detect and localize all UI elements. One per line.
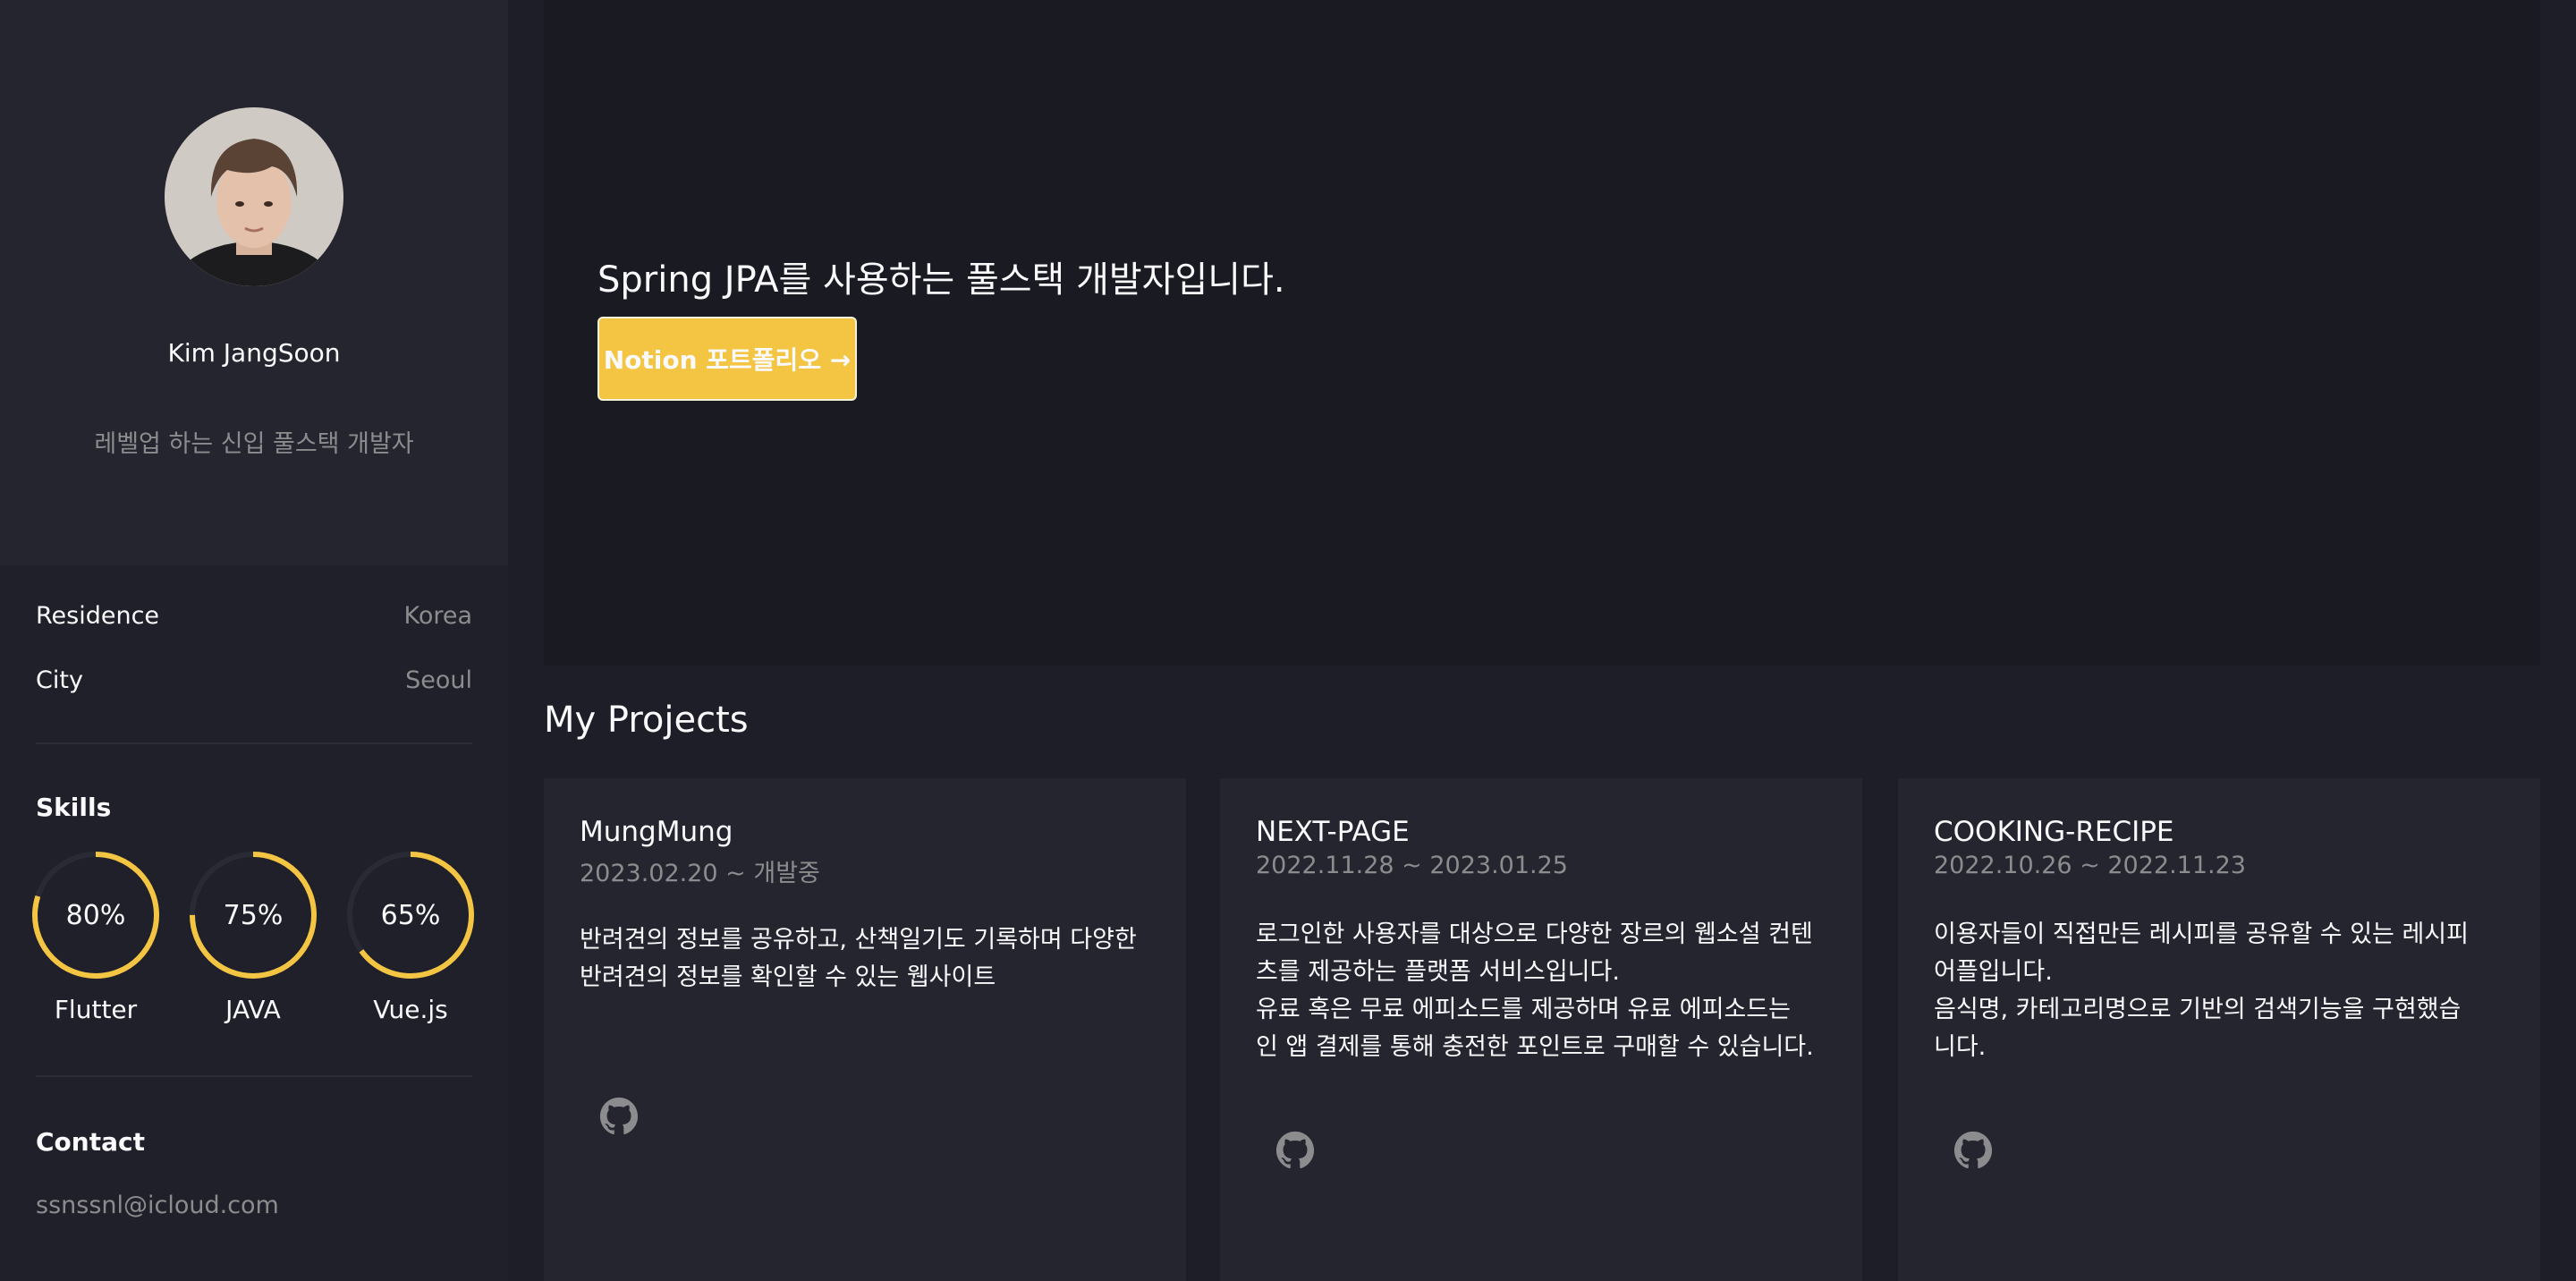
skill-vuejs: 65% Vue.js xyxy=(343,848,478,1027)
skills-title: Skills xyxy=(36,793,112,822)
projects-title: My Projects xyxy=(544,700,749,741)
project-date: 2022.10.26 ~ 2022.11.23 xyxy=(1934,852,2246,879)
info-row-residence: Residence Korea xyxy=(36,598,472,633)
project-card-next-page: NEXT-PAGE 2022.11.28 ~ 2023.01.25 로그인한 사… xyxy=(1220,778,1862,1281)
project-card-cooking-recipe: COOKING-RECIPE 2022.10.26 ~ 2022.11.23 이… xyxy=(1898,778,2540,1281)
skill-percent: 75% xyxy=(223,899,284,931)
profile-card: Kim JangSoon 레벨업 하는 신입 풀스택 개발자 xyxy=(0,0,508,565)
skill-name: Vue.js xyxy=(373,995,448,1024)
skill-percent: 80% xyxy=(65,899,126,931)
project-description: 이용자들이 직접만든 레시피를 공유할 수 있는 레시피 어플입니다. 음식명,… xyxy=(1934,920,2469,1061)
hero-banner: Spring JPA를 사용하는 풀스택 개발자입니다. Notion 포트폴리… xyxy=(544,0,2540,666)
project-card-mungmung: MungMung 2023.02.20 ~ 개발중 반려견의 정보를 공유하고,… xyxy=(544,778,1186,1281)
project-title: MungMung xyxy=(580,816,733,848)
avatar xyxy=(165,107,343,286)
contact-title: Contact xyxy=(36,1127,145,1157)
profile-role: 레벨업 하는 신입 풀스택 개발자 xyxy=(94,430,414,458)
project-title: NEXT-PAGE xyxy=(1256,816,1410,848)
sidebar: Kim JangSoon 레벨업 하는 신입 풀스택 개발자 Residence… xyxy=(0,0,508,1281)
contact-email[interactable]: ssnssnl@icloud.com xyxy=(36,1192,279,1219)
project-date: 2023.02.20 ~ 개발중 xyxy=(580,860,820,887)
hero-headline: Spring JPA를 사용하는 풀스택 개발자입니다. xyxy=(597,259,1285,301)
skill-java: 75% JAVA xyxy=(186,848,320,1027)
github-icon[interactable] xyxy=(1275,1131,1315,1170)
skill-name: Flutter xyxy=(54,995,138,1024)
skill-name: JAVA xyxy=(225,995,281,1024)
skill-percent: 65% xyxy=(380,899,441,931)
info-value: Korea xyxy=(403,601,472,630)
project-date: 2022.11.28 ~ 2023.01.25 xyxy=(1256,852,1568,879)
profile-name: Kim JangSoon xyxy=(167,338,341,368)
project-description: 반려견의 정보를 공유하고, 산책일기도 기록하며 다양한 반려견의 정보를 확… xyxy=(580,926,1137,991)
project-description: 로그인한 사용자를 대상으로 다양한 장르의 웹소설 컨텐 츠를 제공하는 플랫… xyxy=(1256,920,1814,1061)
skill-flutter: 80% Flutter xyxy=(29,848,163,1027)
github-icon[interactable] xyxy=(599,1097,639,1136)
divider xyxy=(36,742,472,744)
notion-portfolio-button[interactable]: Notion 포트폴리오 → xyxy=(597,317,857,401)
info-label: Residence xyxy=(36,601,160,630)
avatar-portrait-image xyxy=(165,107,343,286)
github-icon[interactable] xyxy=(1953,1131,1993,1170)
info-value: Seoul xyxy=(405,666,472,694)
project-title: COOKING-RECIPE xyxy=(1934,816,2174,848)
info-label: City xyxy=(36,666,83,694)
divider xyxy=(36,1075,472,1077)
info-row-city: City Seoul xyxy=(36,662,472,698)
